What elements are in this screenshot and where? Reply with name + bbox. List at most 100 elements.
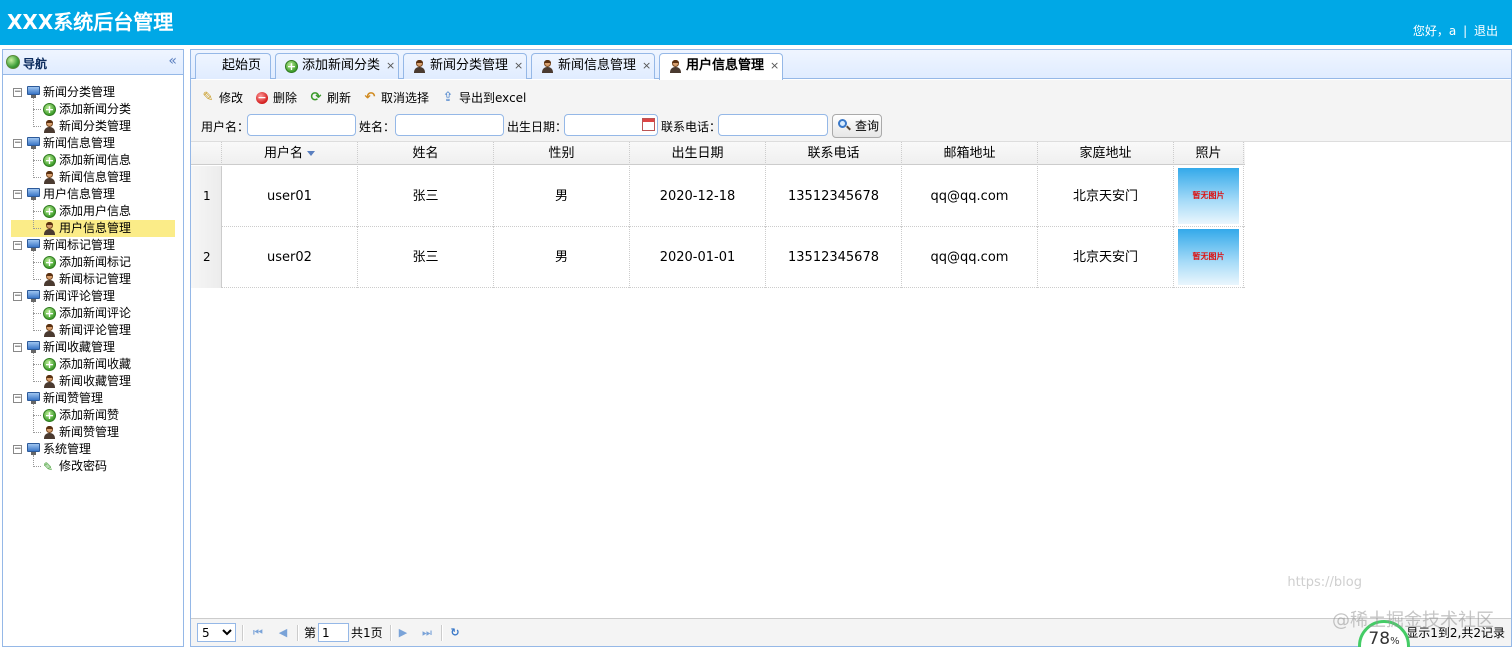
logout-link[interactable]: 退出 [1474,24,1498,38]
table-row[interactable]: 1 user01 张三男 2020-12-18 13512345678 qq@qq.com… [191,166,1245,227]
column-header[interactable]: 邮箱地址 [902,142,1038,165]
name-input[interactable] [395,114,504,136]
user-icon [43,273,56,286]
nav-item-label: 添加新闻分类 [59,102,132,116]
add-icon: + [43,205,56,218]
monitor-icon [27,188,41,200]
column-header[interactable]: 家庭地址 [1038,142,1174,165]
nav-item[interactable]: ✎ 修改密码 [3,458,183,475]
collapse-toggle-icon[interactable]: − [13,241,22,250]
add-icon: + [43,256,56,269]
sort-desc-icon[interactable] [307,151,315,156]
nav-group-row[interactable]: − 新闻标记管理 [3,237,183,254]
nav-group-label: 新闻分类管理 [43,85,116,99]
nav-item-label: 新闻分类管理 [59,119,132,133]
monitor-icon [27,86,41,98]
nav-item[interactable]: + 添加新闻分类 [3,101,183,118]
nav-item[interactable]: 用户信息管理 [11,220,175,237]
tab-start[interactable]: 起始页 [195,53,271,79]
search-button[interactable]: 查询 [832,114,882,138]
nav-item[interactable]: + 添加新闻赞 [3,407,183,424]
tree-connector [33,126,41,127]
prev-page-icon[interactable]: ◀ [276,625,290,641]
nav-item[interactable]: 新闻信息管理 [3,169,183,186]
column-header[interactable]: 联系电话 [766,142,902,165]
close-tab-icon[interactable]: × [770,54,779,78]
nav-item-label: 添加新闻信息 [59,153,132,167]
table-cell: 张三 [358,227,494,288]
nav-item[interactable]: + 添加新闻信息 [3,152,183,169]
collapse-toggle-icon[interactable]: − [13,445,22,454]
nav-item[interactable]: 新闻收藏管理 [3,373,183,390]
last-page-icon[interactable]: ⏭ [420,625,434,641]
nav-item[interactable]: 新闻分类管理 [3,118,183,135]
nav-item[interactable]: 新闻赞管理 [3,424,183,441]
nav-item[interactable]: + 添加新闻收藏 [3,356,183,373]
nav-item[interactable]: + 添加用户信息 [3,203,183,220]
table-cell: 北京天安门 [1038,227,1174,288]
nav-group-row[interactable]: − 用户信息管理 [3,186,183,203]
nav-group-row[interactable]: − 新闻信息管理 [3,135,183,152]
tab-bar: 起始页 + 添加新闻分类 × 新闻分类管理 × 新闻信息管理 × 用户信息管理 × [191,50,1511,80]
collapse-toggle-icon[interactable]: − [13,394,22,403]
nav-group-row[interactable]: − 新闻评论管理 [3,288,183,305]
photo-placeholder-text: 暂无图片 [1192,191,1225,200]
nav-item[interactable]: + 添加新闻评论 [3,305,183,322]
tab-page-1[interactable]: + 添加新闻分类 × [275,53,399,79]
column-header[interactable]: 性别 [494,142,630,165]
table-cell: 2020-01-01 [630,227,766,288]
column-header[interactable]: 照片 [1174,142,1244,165]
nav-item[interactable]: 新闻标记管理 [3,271,183,288]
undo-icon: ↶ [364,90,376,105]
phone-input[interactable] [718,114,828,136]
tab-page-2[interactable]: 新闻分类管理 × [403,53,527,79]
column-header[interactable]: 用户名 [222,142,358,165]
export-icon: ⇪ [442,90,454,105]
tab-page-3[interactable]: 新闻信息管理 × [531,53,655,79]
nav-group-row[interactable]: − 新闻赞管理 [3,390,183,407]
nav-title: 导航 [23,57,48,71]
refresh-icon: ⟳ [310,90,322,105]
pencil-icon: ✎ [43,460,54,474]
refresh-page-icon[interactable]: ↻ [448,625,462,641]
collapse-toggle-icon[interactable]: − [13,88,22,97]
nav-group-row[interactable]: − 新闻收藏管理 [3,339,183,356]
nav-group-row[interactable]: − 新闻分类管理 [3,84,183,101]
table-cell: qq@qq.com [902,166,1038,227]
page-prefix: 第 [304,626,317,640]
table-cell: user02 [222,227,358,288]
tree-connector [33,302,34,331]
collapse-left-icon[interactable]: « [168,53,177,69]
next-page-icon[interactable]: ▶ [396,625,410,641]
collapse-toggle-icon[interactable]: − [13,292,22,301]
page-number-input[interactable] [318,623,349,642]
edit-icon: ✎ [202,90,214,105]
gauge-unit: % [1390,636,1400,647]
column-header[interactable]: 姓名 [358,142,494,165]
table-row[interactable]: 2 user02 张三男 2020-01-01 13512345678 qq@qq.com… [191,227,1245,288]
collapse-toggle-icon[interactable]: − [13,343,22,352]
page-size-select[interactable]: 5 [197,623,236,642]
site-watermark: @稀土掘金技术社区 [1332,610,1494,631]
username-input[interactable] [247,114,356,136]
first-page-icon[interactable]: ⏮ [251,625,265,641]
tree-connector [33,353,34,382]
phone-label: 联系电话： [661,120,722,134]
calendar-icon[interactable] [642,118,655,131]
nav-group-row[interactable]: − 系统管理 [3,441,183,458]
nav-item[interactable]: + 添加新闻标记 [3,254,183,271]
collapse-toggle-icon[interactable]: − [13,139,22,148]
nav-item-label: 新闻标记管理 [59,272,132,286]
tab-page-4[interactable]: 用户信息管理 × [659,53,783,80]
collapse-toggle-icon[interactable]: − [13,190,22,199]
username-label: 用户名： [201,120,250,134]
close-tab-icon[interactable]: × [514,54,523,78]
user-icon [43,375,56,388]
nav-group-label: 新闻收藏管理 [43,340,116,354]
column-header[interactable]: 出生日期 [630,142,766,165]
nav-item-label: 修改密码 [59,459,108,473]
user-icon [541,60,554,73]
nav-item[interactable]: 新闻评论管理 [3,322,183,339]
close-tab-icon[interactable]: × [386,54,395,78]
close-tab-icon[interactable]: × [642,54,651,78]
